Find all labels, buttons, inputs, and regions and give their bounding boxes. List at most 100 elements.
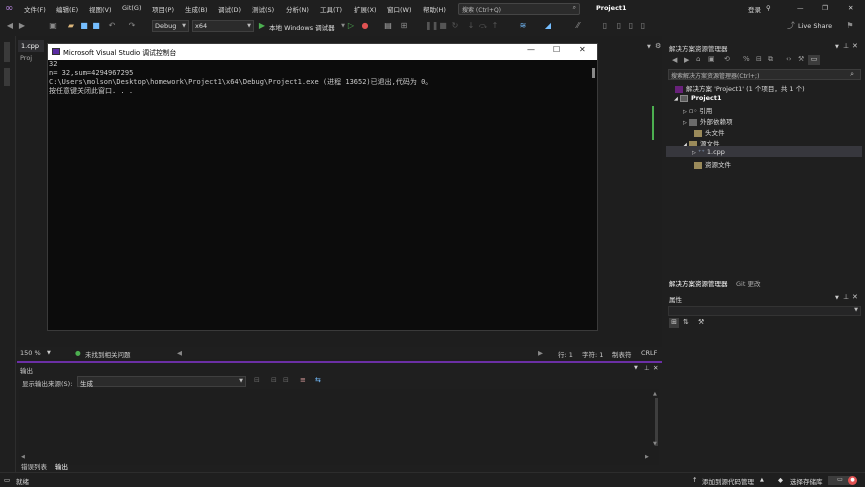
- output-source-select[interactable]: 生成 ▼: [77, 376, 246, 388]
- se-collapse-icon[interactable]: ⊟: [756, 55, 762, 63]
- breakpoint-icon[interactable]: ◢: [543, 21, 553, 31]
- debug-console-window[interactable]: Microsoft Visual Studio 调试控制台 — ☐ ✕ 32 n=…: [47, 43, 598, 331]
- server-explorer-tab[interactable]: [4, 68, 10, 86]
- se-back-icon[interactable]: ◀: [672, 56, 677, 64]
- se-properties-icon[interactable]: ⚒: [798, 55, 804, 63]
- console-scroll-thumb[interactable]: [592, 68, 595, 78]
- pause-icon[interactable]: ❚❚: [425, 21, 438, 31]
- output-hscroll-right-icon[interactable]: ▶: [645, 454, 649, 460]
- tab-solution-explorer[interactable]: 解决方案资源管理器: [669, 278, 728, 288]
- toolbox-tab[interactable]: [4, 42, 10, 62]
- bookmark-next-icon[interactable]: ▯: [626, 21, 636, 31]
- browser-link-icon[interactable]: ▤: [383, 21, 393, 31]
- tab-git-changes[interactable]: Git 更改: [736, 278, 760, 288]
- tree-solution[interactable]: 解决方案 'Project1' (1 个项目，共 1 个): [675, 83, 805, 93]
- output-next-icon[interactable]: ⊟: [283, 376, 289, 384]
- output-scroll-down-icon[interactable]: ▼: [653, 441, 657, 447]
- configuration-select[interactable]: Debug ▼: [152, 20, 189, 32]
- feedback-icon[interactable]: ⚑: [845, 21, 855, 31]
- restore-icon[interactable]: ❐: [822, 4, 828, 12]
- se-dropdown-icon[interactable]: ▼: [835, 44, 839, 50]
- collapse-arrow-icon[interactable]: ▷: [683, 109, 687, 115]
- comment-icon[interactable]: ⁄⁄: [573, 21, 583, 31]
- hot-reload-icon[interactable]: ●: [360, 21, 370, 31]
- expand-icon[interactable]: ◢: [674, 96, 678, 102]
- menu-file[interactable]: 文件(F): [24, 4, 46, 14]
- se-showall-icon[interactable]: ⧉: [768, 55, 773, 64]
- redo-icon[interactable]: ↷: [127, 21, 137, 31]
- se-pending-icon[interactable]: %: [743, 55, 750, 63]
- se-preview-icon[interactable]: ▭: [808, 55, 820, 65]
- notification-icon[interactable]: ▭: [4, 476, 10, 484]
- line-indicator[interactable]: 行: 1: [558, 349, 573, 359]
- start-without-debug-icon[interactable]: ▷: [346, 21, 356, 31]
- diagnostics-icon[interactable]: ⊞: [399, 21, 409, 31]
- props-categorized-icon[interactable]: ⊞: [669, 318, 679, 328]
- live-share-button[interactable]: Live Share: [798, 22, 832, 30]
- search-box[interactable]: 搜索 (Ctrl+Q) ⌕: [458, 3, 580, 15]
- add-source-control-button[interactable]: 添加到源代码管理: [702, 476, 754, 486]
- collapse-arrow-icon[interactable]: ▷: [683, 120, 687, 126]
- forward-icon[interactable]: ▶: [17, 21, 27, 31]
- se-forward-icon[interactable]: ▶: [684, 56, 689, 64]
- live-share-icon[interactable]: ⤴: [786, 21, 796, 31]
- output-wrap-icon[interactable]: ⇆: [315, 376, 321, 384]
- scroll-left-icon[interactable]: ◀: [177, 349, 182, 357]
- restart-icon[interactable]: ↻: [450, 21, 460, 31]
- issues-status[interactable]: 未找到相关问题: [85, 349, 131, 359]
- open-icon[interactable]: ▰: [66, 21, 76, 31]
- console-close-icon[interactable]: ✕: [579, 45, 586, 54]
- run-button-label[interactable]: 本地 Windows 调试器: [269, 22, 335, 32]
- save-icon[interactable]: ■: [79, 21, 89, 31]
- editor-settings-icon[interactable]: ⚙: [655, 42, 661, 50]
- menu-extensions[interactable]: 扩展(X): [354, 4, 377, 14]
- menu-git[interactable]: Git(G): [122, 4, 142, 12]
- menu-test[interactable]: 测试(S): [252, 4, 274, 14]
- output-close-icon[interactable]: ✕: [653, 364, 658, 372]
- minimize-icon[interactable]: —: [797, 4, 804, 12]
- props-dropdown-icon[interactable]: ▼: [835, 295, 839, 301]
- platform-select[interactable]: x64 ▼: [192, 20, 254, 32]
- menu-build[interactable]: 生成(B): [185, 4, 208, 14]
- tree-external-deps[interactable]: ▷ 外部依赖项: [683, 116, 732, 126]
- stop-icon[interactable]: ■: [438, 21, 448, 31]
- chevron-up-icon[interactable]: ▲: [760, 477, 764, 483]
- props-close-icon[interactable]: ✕: [852, 293, 858, 301]
- project-nav-label[interactable]: Proj: [20, 54, 32, 62]
- props-pages-icon[interactable]: ⚒: [698, 318, 704, 326]
- se-home-icon[interactable]: ⌂: [696, 55, 700, 63]
- editor-scroll-thumb[interactable]: [652, 106, 654, 140]
- output-pin-icon[interactable]: ⊥: [644, 364, 650, 372]
- output-scroll-up-icon[interactable]: ▲: [653, 391, 657, 397]
- output-prev-icon[interactable]: ⊟: [271, 376, 277, 384]
- step-out-icon[interactable]: ↑: [490, 21, 500, 31]
- se-search-box[interactable]: 搜索解决方案资源管理器(Ctrl+;) ⌕: [668, 69, 861, 80]
- zoom-select[interactable]: 150 %: [20, 349, 41, 357]
- menu-view[interactable]: 视图(V): [89, 4, 112, 14]
- console-title-bar[interactable]: Microsoft Visual Studio 调试控制台 — ☐ ✕: [48, 44, 597, 60]
- eol-indicator[interactable]: CRLF: [641, 349, 657, 357]
- login-link[interactable]: 登录: [748, 4, 761, 14]
- step-into-icon[interactable]: ↓: [466, 21, 476, 31]
- menu-debug[interactable]: 调试(D): [218, 4, 241, 14]
- tabs-indicator[interactable]: 制表符: [612, 349, 632, 359]
- menu-edit[interactable]: 编辑(E): [56, 4, 78, 14]
- props-alphabetical-icon[interactable]: ⇅: [683, 318, 689, 326]
- editor-dropdown-icon[interactable]: ▼: [647, 44, 651, 50]
- format-icon[interactable]: ≋: [518, 21, 528, 31]
- output-text-area[interactable]: ▲ ▼ ◀ ▶: [19, 389, 659, 465]
- se-close-icon[interactable]: ✕: [852, 42, 858, 50]
- tree-header-files[interactable]: 头文件: [694, 127, 725, 137]
- menu-window[interactable]: 窗口(W): [387, 4, 412, 14]
- select-repo-button[interactable]: 选择存储库: [790, 476, 823, 486]
- se-history-icon[interactable]: ⟲: [724, 55, 730, 63]
- step-over-icon[interactable]: ⤼: [478, 21, 488, 31]
- new-item-icon[interactable]: ▣: [48, 21, 58, 31]
- output-clear-icon[interactable]: ≡: [300, 376, 306, 384]
- output-dropdown-icon[interactable]: ▼: [634, 365, 638, 371]
- se-pin-icon[interactable]: ⊥: [843, 42, 849, 50]
- zoom-dropdown-icon[interactable]: ▼: [47, 350, 51, 356]
- tree-1cpp[interactable]: ▷ ⁺⁺ 1.cpp: [692, 148, 725, 156]
- menu-tools[interactable]: 工具(T): [320, 4, 342, 14]
- se-code-icon[interactable]: ‹›: [786, 55, 792, 63]
